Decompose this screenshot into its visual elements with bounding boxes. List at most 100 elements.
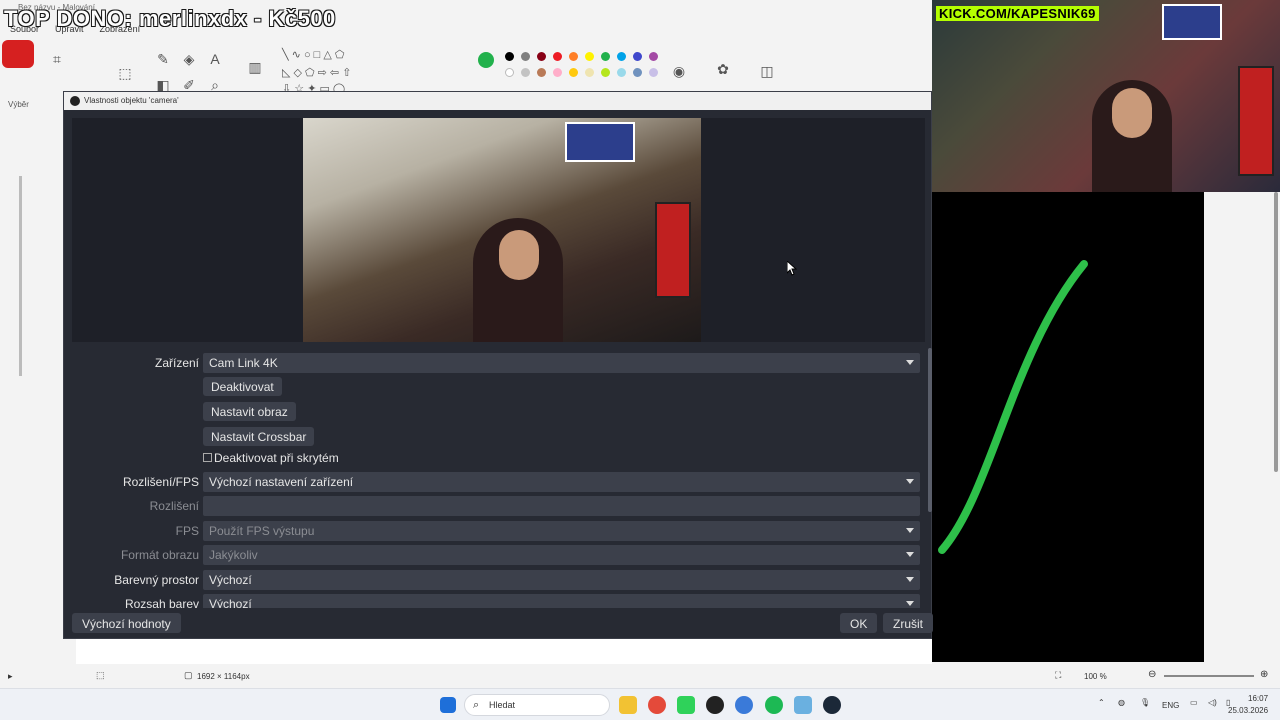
copilot-icon[interactable]: ✿ xyxy=(714,60,732,78)
tray-chevron-icon[interactable]: ⌃ xyxy=(1098,698,1105,707)
preview-poster xyxy=(655,202,691,298)
paint-right-strip xyxy=(1204,192,1280,662)
spotify-icon[interactable] xyxy=(765,696,783,714)
clock-date[interactable]: 25.03.2026 xyxy=(1228,706,1268,715)
fps-label: FPS xyxy=(175,524,199,538)
kick-label: KICK.COM/KAPESNIK69 xyxy=(936,6,1099,21)
row-resolution-fps: Rozlišení/FPS Výchozí nastavení zařízení xyxy=(64,472,933,492)
color-swatch[interactable] xyxy=(585,52,594,61)
vertical-scrollbar[interactable] xyxy=(1274,192,1278,472)
fill-icon[interactable]: ◈ xyxy=(180,50,198,68)
color-swatch[interactable] xyxy=(569,68,578,77)
video-format-select[interactable]: Jakýkoliv xyxy=(203,545,920,565)
color-swatch[interactable] xyxy=(505,68,514,77)
fit-icon[interactable]: ⛶ xyxy=(1055,670,1061,681)
file-explorer-icon[interactable] xyxy=(619,696,637,714)
paint-taskbar-icon[interactable] xyxy=(794,696,812,714)
color-swatch[interactable] xyxy=(633,68,642,77)
clock-time[interactable]: 16:07 xyxy=(1248,694,1268,703)
active-color-swatch[interactable] xyxy=(478,52,494,68)
chevron-down-icon xyxy=(906,577,914,582)
row-device: Zařízení Cam Link 4K xyxy=(64,353,933,373)
chrome-profile-icon[interactable] xyxy=(735,696,753,714)
webcam-poster xyxy=(1238,66,1274,176)
preview-hoop xyxy=(565,122,635,162)
dialog-titlebar: Vlastnosti objektu 'camera' xyxy=(64,92,931,110)
pencil-icon[interactable]: ✎ xyxy=(154,50,172,68)
color-swatch[interactable] xyxy=(505,52,514,61)
color-swatch[interactable] xyxy=(569,52,578,61)
color-swatch[interactable] xyxy=(521,52,530,61)
color-space-value: Výchozí xyxy=(209,573,252,587)
row-fps: FPS Použít FPS výstupu xyxy=(64,521,933,541)
color-swatch[interactable] xyxy=(521,68,530,77)
color-range-select[interactable]: Výchozí xyxy=(203,594,920,608)
resolution-label: Rozlišení xyxy=(149,499,199,513)
selection-icon: ⬚ xyxy=(96,670,105,680)
resolution-select[interactable] xyxy=(203,496,920,516)
crop-icon[interactable]: ⌗ xyxy=(48,50,66,68)
fps-select[interactable]: Použít FPS výstupu xyxy=(203,521,920,541)
zoom-level[interactable]: 100 % xyxy=(1084,672,1107,681)
brush-icon[interactable]: ▥ xyxy=(246,58,264,76)
deactivate-hidden-label: Deaktivovat při skrytém xyxy=(214,451,339,465)
color-swatch[interactable] xyxy=(617,68,626,77)
canvas-size-icon: ▢ xyxy=(184,670,193,680)
configure-video-button[interactable]: Nastavit obraz xyxy=(203,402,296,421)
color-swatch[interactable] xyxy=(649,52,658,61)
device-select[interactable]: Cam Link 4K xyxy=(203,353,920,373)
properties-scrollbar[interactable] xyxy=(928,348,932,512)
color-swatch[interactable] xyxy=(633,52,642,61)
color-space-label: Barevný prostor xyxy=(114,573,199,587)
chrome-icon[interactable] xyxy=(648,696,666,714)
microphone-icon[interactable]: 🎙 xyxy=(1140,698,1150,707)
resolution-fps-value: Výchozí nastavení zařízení xyxy=(209,475,354,489)
resize-icon[interactable]: ⬚ xyxy=(116,64,134,82)
color-space-select[interactable]: Výchozí xyxy=(203,570,920,590)
preview-area xyxy=(72,118,925,342)
deactivate-button[interactable]: Deaktivovat xyxy=(203,377,282,396)
shapes-icon[interactable]: ╲ ∿ ○ □ △ ⬠ xyxy=(282,46,382,64)
app-green-icon[interactable] xyxy=(677,696,695,714)
defaults-button[interactable]: Výchozí hodnoty xyxy=(72,613,181,633)
layers-icon[interactable]: ◫ xyxy=(758,62,776,80)
row-configure-crossbar: Nastavit Crossbar xyxy=(64,427,933,447)
tray-app-icon[interactable]: ◍ xyxy=(1118,698,1125,707)
row-deactivate-hidden: Deaktivovat při skrytém xyxy=(64,451,933,471)
obs-taskbar-icon[interactable] xyxy=(706,696,724,714)
canvas-size: 1692 × 1164px xyxy=(197,672,250,681)
cancel-button[interactable]: Zrušit xyxy=(883,613,933,633)
zoom-in-icon[interactable]: ⊕ xyxy=(1260,669,1268,680)
steam-icon[interactable] xyxy=(823,696,841,714)
ok-button[interactable]: OK xyxy=(840,613,878,633)
donation-overlay: TOP DONO: merlinxdx - Kč500 xyxy=(4,6,336,31)
color-swatch[interactable] xyxy=(537,68,546,77)
resolution-fps-select[interactable]: Výchozí nastavení zařízení xyxy=(203,472,920,492)
start-button-icon[interactable] xyxy=(440,697,456,713)
device-label: Zařízení xyxy=(154,356,199,370)
color-swatch[interactable] xyxy=(601,52,610,61)
paint-status-bar: ▸ ⬚ ▢ 1692 × 1164px ⛶ 100 % ⊖ ⊕ xyxy=(0,664,1280,688)
taskbar-search[interactable]: ⌕ Hledat xyxy=(464,694,610,716)
edit-colors-icon[interactable]: ◉ xyxy=(670,62,688,80)
color-swatch[interactable] xyxy=(585,68,594,77)
deactivate-hidden-checkbox[interactable] xyxy=(203,453,212,462)
color-swatch[interactable] xyxy=(553,68,562,77)
network-icon[interactable]: ▭ xyxy=(1190,698,1198,707)
zoom-slider[interactable] xyxy=(19,176,22,376)
zoom-out-icon[interactable]: ⊖ xyxy=(1148,669,1156,680)
color-swatch[interactable] xyxy=(553,52,562,61)
color-swatch[interactable] xyxy=(601,68,610,77)
row-configure-video: Nastavit obraz xyxy=(64,402,933,422)
configure-crossbar-button[interactable]: Nastavit Crossbar xyxy=(203,427,315,446)
row-color-space: Barevný prostor Výchozí xyxy=(64,570,933,590)
keyboard-language[interactable]: ENG xyxy=(1162,701,1179,710)
color-swatch[interactable] xyxy=(537,52,546,61)
zoom-slider-horizontal[interactable] xyxy=(1164,675,1254,677)
color-swatch[interactable] xyxy=(649,68,658,77)
volume-icon[interactable]: ◁) xyxy=(1208,698,1217,707)
select-label: Výběr xyxy=(8,100,29,109)
color-range-label: Rozsah barev xyxy=(124,597,199,608)
text-icon[interactable]: A xyxy=(206,50,224,68)
color-swatch[interactable] xyxy=(617,52,626,61)
